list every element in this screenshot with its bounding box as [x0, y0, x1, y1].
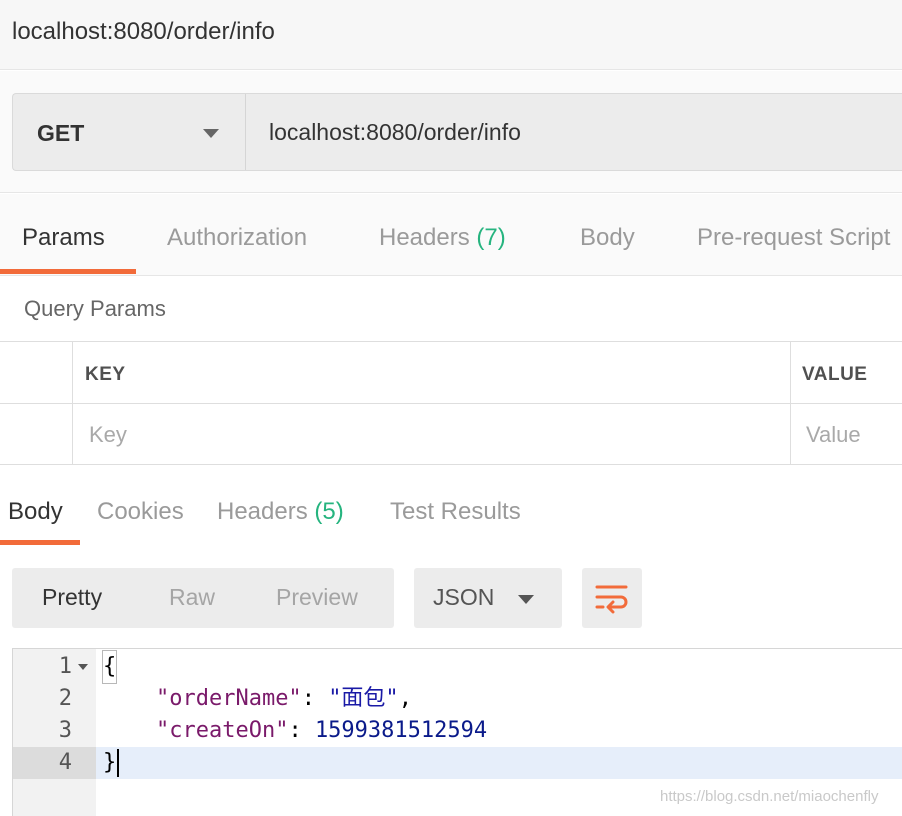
code-text: "createOn": 1599381512594 [155, 718, 488, 743]
tab-headers[interactable]: Headers (7) [379, 224, 506, 252]
table-header-row: KEY VALUE [0, 342, 902, 404]
code-line-current: 4 } [13, 747, 902, 779]
fold-toggle-icon[interactable] [78, 664, 88, 670]
wrap-lines-button[interactable] [582, 568, 642, 628]
response-headers-count-badge: (5) [314, 498, 344, 525]
line-number: 3 [58, 718, 72, 743]
title-bar: localhost:8080/order/info [0, 0, 902, 70]
json-string-value: "面包" [328, 686, 399, 711]
raw-button[interactable]: Raw [169, 584, 215, 611]
line-number: 2 [58, 686, 72, 711]
chevron-down-icon [518, 595, 534, 604]
tab-headers-label: Headers [379, 224, 470, 251]
tab-params[interactable]: Params [22, 224, 105, 252]
value-field[interactable]: Value [806, 422, 861, 448]
request-tabs: Params Authorization Headers (7) Body Pr… [0, 194, 902, 276]
line-number: 4 [13, 747, 96, 779]
request-bar: GET [12, 93, 902, 171]
json-key: "orderName" [155, 686, 302, 711]
response-toolbar: Pretty Raw Preview JSON [0, 546, 902, 646]
watermark: https://blog.csdn.net/miaochenfly [660, 788, 879, 805]
method-dropdown[interactable]: GET [13, 94, 246, 170]
code-text: "orderName": "面包", [155, 686, 412, 711]
active-tab-indicator [0, 540, 80, 545]
code-line: 1 { [13, 650, 902, 684]
preview-button[interactable]: Preview [276, 584, 358, 611]
json-key: "createOn" [155, 718, 289, 743]
headers-count-badge: (7) [476, 224, 506, 251]
tab-response-headers-label: Headers [217, 498, 308, 525]
url-input[interactable] [247, 94, 902, 170]
method-label: GET [37, 120, 85, 146]
tab-response-headers[interactable]: Headers (5) [217, 498, 344, 526]
wrap-lines-icon [595, 585, 628, 614]
open-brace: { [101, 650, 118, 684]
tab-body[interactable]: Body [580, 224, 635, 252]
column-divider [72, 342, 73, 465]
value-column-header: VALUE [802, 364, 868, 385]
close-brace: } [103, 750, 117, 775]
text-cursor [117, 749, 120, 777]
json-number-value: 1599381512594 [314, 718, 488, 743]
format-label: JSON [433, 584, 495, 610]
format-dropdown[interactable]: JSON [414, 568, 562, 628]
key-field[interactable]: Key [89, 422, 127, 448]
active-tab-indicator [0, 269, 136, 274]
code-text: } [103, 747, 120, 779]
code-line: 3 "createOn": 1599381512594 [13, 715, 902, 747]
query-params-table: KEY VALUE Key Value [0, 341, 902, 465]
table-row: Key Value [0, 404, 902, 466]
code-line: 2 "orderName": "面包", [13, 683, 902, 715]
response-tabs: Body Cookies Headers (5) Test Results [0, 466, 902, 546]
view-mode-group: Pretty Raw Preview [12, 568, 394, 628]
url-row: GET [0, 71, 902, 193]
tab-cookies[interactable]: Cookies [97, 498, 184, 526]
column-divider [790, 342, 791, 465]
tab-prerequest-script[interactable]: Pre-request Script [697, 224, 890, 252]
pretty-button[interactable]: Pretty [42, 584, 102, 611]
query-params-label: Query Params [24, 296, 166, 321]
tab-response-body[interactable]: Body [8, 498, 63, 526]
tab-authorization[interactable]: Authorization [167, 224, 307, 252]
code-text: { [101, 650, 118, 684]
chevron-down-icon [203, 129, 219, 138]
request-title[interactable]: localhost:8080/order/info [12, 18, 275, 46]
key-column-header: KEY [85, 364, 126, 385]
tab-test-results[interactable]: Test Results [390, 498, 521, 526]
